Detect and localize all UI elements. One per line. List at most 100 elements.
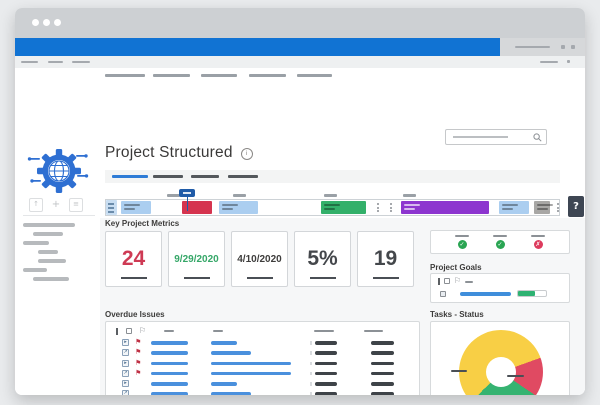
issue-date-bar [315, 341, 337, 345]
menu-item-placeholder[interactable] [540, 61, 558, 63]
timeline-track [105, 199, 560, 216]
info-icon[interactable]: i [240, 148, 253, 160]
ribbon-button[interactable] [571, 45, 575, 49]
metric-value: 19 [373, 247, 398, 270]
status-label-placeholder [493, 235, 507, 237]
red-flag-icon: ⚑ [135, 348, 142, 357]
cell-tick [310, 351, 312, 355]
issue-row[interactable]: ▸ [106, 379, 419, 389]
task-outline-item[interactable] [23, 241, 49, 245]
task-outline-item[interactable] [38, 250, 58, 254]
overdue-card: ⚐ ▸⚑↗⚑▸⚑↗⚑▸↗▸↗▸ [105, 321, 420, 395]
cell-tick [310, 341, 312, 345]
search-input[interactable] [445, 129, 547, 145]
menu-item-placeholder[interactable] [72, 61, 90, 63]
column-header-placeholder [213, 330, 223, 332]
timeline-divider-cell[interactable] [374, 200, 381, 215]
issue-title-bar [151, 382, 188, 386]
cell-tick [310, 392, 312, 395]
ribbon-button[interactable] [561, 45, 565, 49]
metric-card: 9/29/2020 [168, 231, 225, 287]
issue-desc-bar [211, 382, 237, 386]
issue-row[interactable]: ↗ ⚑ [106, 369, 419, 379]
move-icon[interactable]: + [49, 198, 63, 212]
tasks-status-card [430, 321, 570, 395]
timeline-task-bar[interactable] [401, 201, 489, 214]
metric-value: 24 [121, 247, 146, 270]
cell-tick [310, 371, 312, 376]
ribbon-accent [15, 38, 500, 56]
tab-placeholder[interactable] [191, 175, 219, 178]
ribbon-bar [15, 38, 585, 56]
goals-section-label: Project Goals [430, 263, 482, 272]
milestone-flag[interactable] [179, 189, 195, 197]
help-button[interactable]: ? [568, 196, 584, 217]
issue-row[interactable]: ▸ ⚑ [106, 359, 419, 369]
issue-owner-bar [371, 371, 394, 376]
issue-desc-bar [211, 341, 237, 345]
status-item: ✓ [493, 235, 507, 249]
task-outline-item[interactable] [23, 268, 47, 272]
page: ↑ + ≡ Project Structured i ? Key Project… [0, 0, 600, 405]
checkbox-icon[interactable] [126, 328, 132, 334]
menu-item-placeholder[interactable] [201, 74, 237, 77]
issue-row[interactable]: ↗ ⚑ [106, 348, 419, 358]
issue-row[interactable]: ↗ [106, 389, 419, 395]
menu-item-placeholder[interactable] [153, 74, 190, 77]
status-item: ✓ [455, 235, 469, 249]
metrics-section-label: Key Project Metrics [105, 219, 180, 228]
page-title: Project Structured [105, 144, 233, 161]
task-outline-item[interactable] [23, 223, 75, 227]
menu-item-placeholder[interactable] [48, 61, 63, 63]
slice-label-placeholder [451, 370, 467, 372]
column-header-placeholder [314, 330, 334, 332]
cross-circle-icon: ✗ [533, 240, 543, 249]
issues-rows: ▸⚑↗⚑▸⚑↗⚑▸↗▸↗▸ [106, 338, 419, 395]
issue-title-bar [151, 371, 188, 376]
tab-active-indicator[interactable] [112, 175, 148, 178]
issue-date-bar [315, 361, 337, 365]
link-task-icon: ↗ [122, 369, 129, 377]
expand-task-icon: ▸ [122, 339, 129, 346]
expand-task-icon: ▸ [122, 359, 129, 367]
task-outline-item[interactable] [33, 277, 69, 281]
issue-row[interactable]: ▸ ⚑ [106, 338, 419, 348]
menu-item-placeholder[interactable] [297, 74, 332, 77]
overdue-section-label: Overdue Issues [105, 310, 165, 319]
tab-placeholder[interactable] [153, 175, 183, 178]
issue-date-bar [315, 371, 337, 376]
notes-icon[interactable]: ≡ [69, 198, 83, 212]
tab-placeholder[interactable] [228, 175, 258, 178]
timeline-row-header [106, 200, 117, 215]
timeline-divider-cell[interactable] [554, 200, 561, 215]
issue-date-bar [315, 351, 337, 355]
timeline-task-bar[interactable] [321, 201, 366, 214]
timeline-task-bar[interactable] [499, 201, 529, 214]
menu-item-placeholder[interactable] [105, 74, 145, 77]
metric-card: 4/10/2020 [231, 231, 288, 287]
window-control-dot[interactable] [54, 19, 61, 26]
window-titlebar [15, 8, 585, 38]
status-item: ✗ [531, 235, 545, 249]
search-placeholder-line [453, 136, 508, 138]
menu-item-placeholder[interactable] [21, 61, 38, 63]
window-control-dot[interactable] [43, 19, 50, 26]
issue-owner-bar [371, 341, 394, 345]
metric-underline [183, 277, 210, 279]
task-outline-item[interactable] [33, 232, 63, 236]
checkbox-icon[interactable] [444, 278, 450, 284]
issue-owner-bar [371, 361, 394, 365]
milestone-stem [187, 197, 188, 211]
top-menu [105, 74, 425, 78]
menu-button[interactable] [567, 60, 570, 63]
timeline-task-bar[interactable] [534, 201, 553, 214]
share-icon[interactable]: ↑ [29, 198, 43, 212]
task-outline-item[interactable] [38, 259, 66, 263]
goal-type-icon [440, 291, 446, 297]
timeline-task-bar[interactable] [219, 201, 258, 214]
timeline-divider-cell[interactable] [387, 200, 394, 215]
window-control-dot[interactable] [32, 19, 39, 26]
timeline-task-bar[interactable] [121, 201, 151, 214]
metric-underline [246, 277, 273, 279]
menu-item-placeholder[interactable] [249, 74, 286, 77]
